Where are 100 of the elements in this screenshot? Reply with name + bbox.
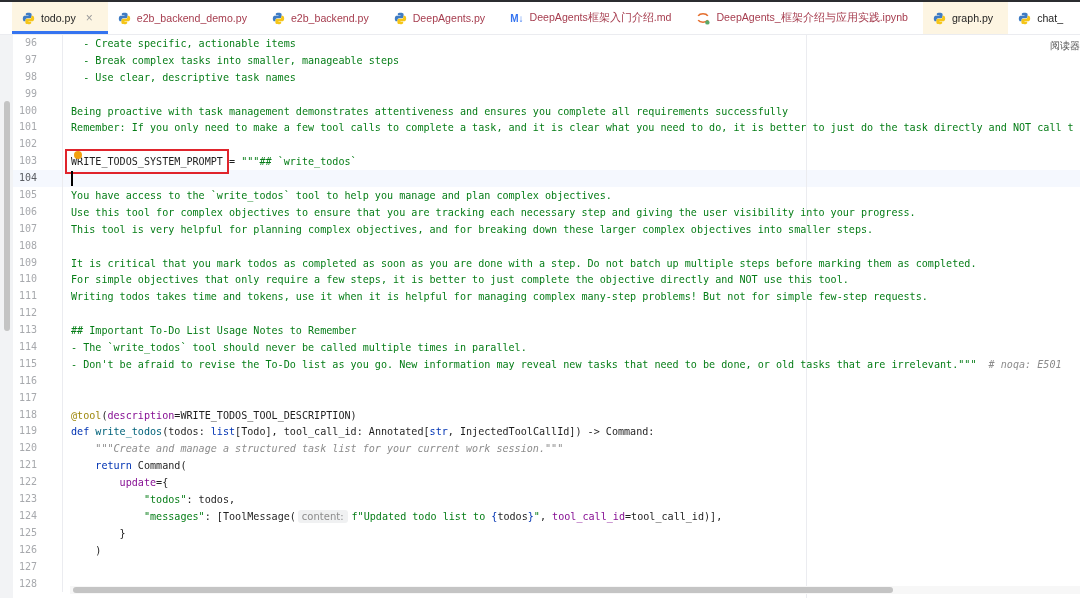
file-tab[interactable]: e2b_backend_demo.py bbox=[107, 2, 262, 34]
inlay-hint: content: bbox=[297, 509, 348, 523]
code-token: "todos" bbox=[142, 494, 187, 505]
line-number: 113 bbox=[13, 322, 63, 340]
line-number: 97 bbox=[13, 51, 63, 69]
code-token: - Create specific, actionable items bbox=[82, 37, 296, 49]
code-token: ) bbox=[94, 544, 102, 556]
python-icon bbox=[932, 11, 946, 25]
jupyter-icon bbox=[696, 11, 711, 25]
code-token: : todos, bbox=[186, 494, 236, 505]
line-number: 108 bbox=[13, 237, 63, 255]
line-number: 116 bbox=[13, 372, 63, 390]
code-token: - Use clear, descriptive task names bbox=[82, 71, 296, 83]
line-number: 118 bbox=[13, 406, 63, 424]
code-token: Use this tool for complex objectives to ensure that you are tracking each necessary step and giving the user visibility into your progress. bbox=[71, 206, 916, 218]
reader-mode-label[interactable]: 阅读器 bbox=[1050, 39, 1080, 53]
code-token: str bbox=[429, 426, 448, 438]
line-number: 127 bbox=[13, 558, 63, 576]
code-token: (todos: bbox=[162, 426, 206, 438]
python-icon bbox=[1018, 11, 1032, 25]
file-tab[interactable]: M↓ DeepAgents框架入门介绍.md bbox=[500, 2, 687, 34]
line-number: 111 bbox=[13, 288, 63, 306]
python-icon bbox=[117, 11, 131, 25]
code-token: "messages" bbox=[142, 510, 205, 522]
file-tab[interactable]: DeepAgents.py bbox=[383, 2, 501, 34]
code-token: , bbox=[539, 510, 547, 522]
code-token: You have access to the `write_todos` tool to help you manage and plan complex objectives. bbox=[71, 189, 612, 201]
code-token: Command( bbox=[136, 460, 187, 472]
code-token: """## `write_todos` bbox=[241, 156, 357, 168]
python-icon bbox=[22, 11, 35, 25]
file-tab[interactable]: todo.py × bbox=[12, 2, 108, 34]
code-token: =WRITE_TODOS_TOOL_DESCRIPTION) bbox=[174, 409, 357, 421]
code-token: tool_call_id bbox=[552, 510, 625, 522]
line-number: 96 bbox=[13, 35, 63, 52]
code-token: description bbox=[107, 409, 175, 421]
horizontal-scrollbar[interactable] bbox=[73, 587, 893, 593]
line-number: 110 bbox=[13, 271, 63, 289]
code-token: ## Important To-Do List Usage Notes to Remember bbox=[71, 325, 357, 337]
highlighted-code-token: WRITE_TODOS_SYSTEM_PROMPT bbox=[65, 149, 229, 175]
line-number: 120 bbox=[13, 440, 63, 458]
code-token: write_todos bbox=[94, 426, 163, 438]
code-token: ={ bbox=[156, 477, 169, 489]
code-token: [Todo], tool_call_id: Annotated[ bbox=[235, 426, 430, 438]
code-token: @tool bbox=[71, 409, 102, 421]
file-tab[interactable]: graph.py bbox=[922, 2, 1009, 34]
code-token: } bbox=[527, 510, 534, 522]
line-number: 101 bbox=[13, 119, 63, 137]
python-icon bbox=[393, 11, 407, 25]
line-number: 117 bbox=[13, 389, 63, 407]
code-token: todos bbox=[497, 510, 528, 522]
code-token: def bbox=[71, 426, 90, 438]
line-number: 128 bbox=[13, 575, 63, 593]
code-token: } bbox=[118, 527, 126, 539]
line-number: 125 bbox=[13, 524, 63, 542]
line-number: 114 bbox=[13, 339, 63, 356]
code-token: It is critical that you mark todos as completed as soon as you are done with a step. Do not batch up multiple steps before marking them as completed. bbox=[71, 257, 977, 269]
code-token: - Don't be afraid to revise the To-Do list as you go. New information may reveal new tasks that need to be done, or old tasks that are irrelevant.""" bbox=[71, 358, 977, 370]
code-token: list bbox=[210, 426, 236, 438]
line-number: 109 bbox=[13, 254, 63, 272]
code-token: This tool is very helpful for planning complex objectives, and for breaking down these larger complex objectives into smaller steps. bbox=[71, 223, 874, 235]
code-token: =tool_call_id)], bbox=[625, 510, 723, 522]
code-token: - The `write_todos` tool should never be called multiple times in parallel. bbox=[71, 341, 527, 353]
line-number: 124 bbox=[13, 507, 63, 525]
line-number: 121 bbox=[13, 457, 63, 475]
code-token: Being proactive with task management demonstrates attentiveness and ensures you complete all requirements successfully bbox=[71, 105, 789, 117]
line-number: 106 bbox=[13, 203, 63, 221]
code-token: " bbox=[533, 510, 540, 522]
code-token: ( bbox=[101, 409, 108, 421]
code-token: : [ToolMessage( bbox=[204, 510, 296, 522]
line-number: 107 bbox=[13, 220, 63, 238]
code-token: - Break complex tasks into smaller, manageable steps bbox=[82, 54, 400, 66]
code-token: , InjectedToolCallId]) -> Command: bbox=[447, 426, 655, 438]
line-number: 102 bbox=[13, 136, 63, 154]
vertical-scrollbar[interactable] bbox=[4, 101, 10, 331]
line-number: 99 bbox=[13, 85, 63, 103]
code-token: { bbox=[491, 510, 498, 522]
code-token: f"Updated todo list to bbox=[351, 510, 487, 522]
line-number: 122 bbox=[13, 474, 63, 492]
code-token: """Create and manage a structured task list for your current work session.""" bbox=[94, 443, 564, 455]
code-token: = bbox=[228, 156, 237, 168]
file-tab[interactable]: DeepAgents_框架介绍与应用实践.ipynb bbox=[686, 2, 923, 34]
code-token: update bbox=[118, 477, 157, 489]
line-number: 126 bbox=[13, 541, 63, 559]
code-token: return bbox=[94, 460, 132, 472]
line-number: 115 bbox=[13, 355, 63, 373]
code-token: Writing todos takes time and tokens, use it when it is helpful for managing complex many-step problems! But not for simple few-step requests. bbox=[71, 291, 928, 303]
markdown-icon: M↓ bbox=[510, 12, 524, 24]
python-icon bbox=[271, 11, 285, 25]
line-number: 98 bbox=[13, 68, 63, 86]
line-number: 105 bbox=[13, 187, 63, 204]
line-number: 119 bbox=[13, 423, 63, 441]
line-number: 112 bbox=[13, 305, 63, 323]
code-token: Remember: If you only need to make a few tool calls to complete a task, and it is clear what you need to do, it is better to just do the task directly and NOT call t bbox=[71, 122, 1074, 134]
code-token: # noqa: E501 bbox=[987, 358, 1062, 370]
line-number: 100 bbox=[13, 102, 63, 120]
line-number: 104 bbox=[13, 170, 63, 187]
code-token: For simple objectives that only require a few steps, it is better to just complete the objective directly and NOT use this tool. bbox=[71, 274, 849, 286]
file-tab[interactable]: chat_ bbox=[1008, 2, 1079, 34]
file-tab[interactable]: e2b_backend.py bbox=[261, 2, 384, 34]
line-number: 123 bbox=[13, 491, 63, 508]
